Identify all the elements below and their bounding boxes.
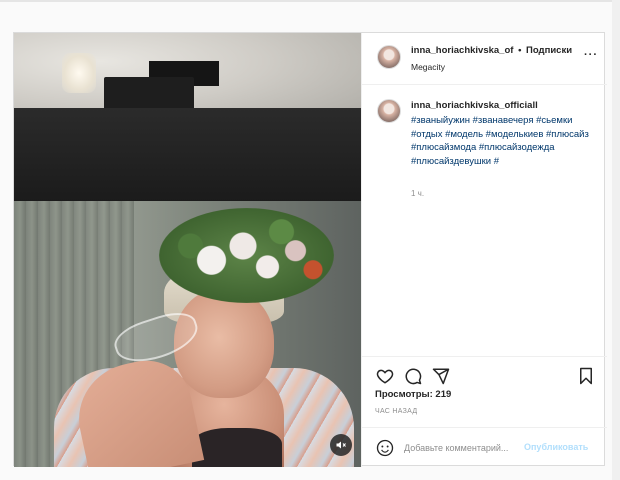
comment-input[interactable] (404, 440, 522, 456)
publish-button[interactable]: Опубликовать (524, 442, 588, 452)
scrollbar[interactable] (612, 0, 620, 480)
header-username[interactable]: inna_horiachkivska_of (411, 45, 513, 56)
caption-username[interactable]: inna_horiachkivska_officiall (411, 100, 538, 111)
separator-dot: • (518, 45, 522, 56)
caption-hashtags[interactable]: #званыйужин #званавечеря #сьемки #отдых … (411, 114, 591, 168)
caption-avatar[interactable] (377, 99, 401, 123)
share-icon[interactable] (430, 365, 452, 387)
emoji-icon[interactable] (374, 437, 396, 459)
post-timestamp: ЧАС НАЗАД (375, 408, 418, 415)
bookmark-icon[interactable] (575, 365, 597, 387)
heart-icon[interactable] (374, 365, 396, 387)
instagram-post: inna_horiachkivska_of • Подписки Megacit… (13, 32, 607, 467)
more-options-icon[interactable]: ··· (584, 49, 598, 61)
comment-bar: Опубликовать (362, 427, 607, 467)
avatar[interactable] (377, 45, 401, 69)
views-count[interactable]: Просмотры: 219 (375, 389, 451, 400)
caption-time: 1 ч. (411, 189, 425, 198)
post-video[interactable] (14, 33, 361, 467)
following-button[interactable]: Подписки (526, 45, 572, 56)
action-bar (362, 356, 607, 386)
location-link[interactable]: Megacity (411, 62, 445, 72)
top-divider (0, 0, 620, 2)
post-header: inna_horiachkivska_of • Подписки Megacit… (362, 33, 607, 85)
mute-icon[interactable] (330, 434, 352, 456)
comment-icon[interactable] (402, 365, 424, 387)
post-sidebar: inna_horiachkivska_of • Подписки Megacit… (361, 33, 607, 467)
